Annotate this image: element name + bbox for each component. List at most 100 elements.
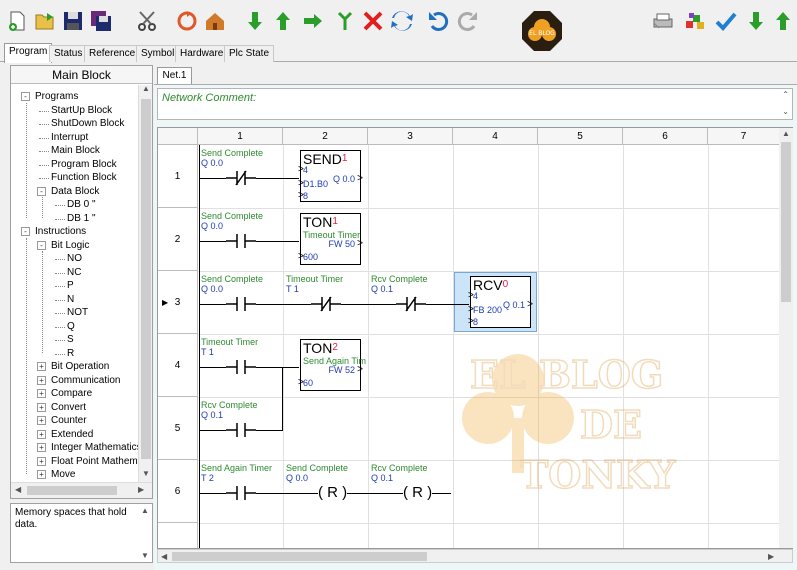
ton-timer-block[interactable]: TON1 Timeout Timer FW 50 > > 600 <box>298 213 363 265</box>
tab-hardware[interactable]: Hardware <box>175 45 229 62</box>
tree-node[interactable]: NOT <box>67 306 88 319</box>
home-icon[interactable] <box>202 8 228 34</box>
check-icon[interactable] <box>713 8 739 34</box>
ladder-horizontal-scrollbar[interactable]: ◀ ▶ <box>157 549 793 563</box>
tree-node[interactable]: Move <box>51 468 75 481</box>
undo-icon[interactable] <box>425 8 451 34</box>
tab-network-1[interactable]: Net.1 <box>157 67 192 84</box>
reload-icon[interactable] <box>174 8 200 34</box>
tab-plc-state[interactable]: Plc State <box>224 45 275 62</box>
collapse-icon[interactable]: - <box>21 227 30 236</box>
scroll-down-icon[interactable]: ▼ <box>141 550 149 562</box>
tree-node[interactable]: NC <box>67 266 81 279</box>
tree-horizontal-scrollbar[interactable]: ◀ ▶ <box>11 482 152 498</box>
blocks-icon[interactable] <box>682 8 708 34</box>
rcv-function-block[interactable]: RCV0 > 4 > FB 200 > 8 Q 0.1 > <box>468 276 533 328</box>
tree-node[interactable]: Convert <box>51 401 86 414</box>
collapse-icon[interactable]: - <box>37 240 46 250</box>
nc-contact-icon[interactable] <box>396 296 426 312</box>
scroll-up-icon[interactable]: ▲ <box>141 505 149 517</box>
reset-coil[interactable]: ( R ) <box>403 485 433 501</box>
tree-node[interactable]: Instructions <box>35 225 86 238</box>
printer-icon[interactable] <box>650 8 676 34</box>
tab-reference[interactable]: Reference <box>84 45 141 62</box>
expand-icon[interactable]: + <box>37 456 46 466</box>
tree-node[interactable]: Float Point Mathematic <box>51 455 138 468</box>
tree-node[interactable]: DB 0 " <box>67 198 96 211</box>
arrow-up-icon[interactable] <box>270 8 296 34</box>
new-file-icon[interactable] <box>4 8 30 34</box>
ladder-vscroll-thumb[interactable] <box>781 142 791 302</box>
tree-node[interactable]: Program Block <box>51 158 117 171</box>
scroll-down-icon[interactable]: ⌄ <box>782 107 789 116</box>
tree-scroll-thumb[interactable] <box>141 99 151 459</box>
tree-node[interactable]: Compare <box>51 387 92 400</box>
nc-contact-icon[interactable] <box>311 296 341 312</box>
expand-icon[interactable]: + <box>37 429 46 439</box>
tree-node[interactable]: Interrupt <box>51 131 88 144</box>
tree-node[interactable]: Programs <box>35 90 78 103</box>
scroll-up-icon[interactable]: ⌃ <box>782 90 789 99</box>
scroll-down-icon[interactable]: ▼ <box>142 469 150 478</box>
expand-icon[interactable]: + <box>37 443 46 452</box>
save-all-icon[interactable] <box>88 8 114 34</box>
tree-vertical-scrollbar[interactable]: ▲ ▼ <box>138 84 152 482</box>
expand-icon[interactable]: + <box>37 470 46 479</box>
branch-icon[interactable] <box>332 8 358 34</box>
scroll-left-icon[interactable]: ◀ <box>161 552 167 561</box>
delete-icon[interactable] <box>360 8 386 34</box>
ladder-hscroll-thumb[interactable] <box>172 552 427 561</box>
arrow-down-icon[interactable] <box>242 8 268 34</box>
tree-node[interactable]: S <box>67 333 74 346</box>
no-contact-icon[interactable] <box>226 422 256 438</box>
cut-icon[interactable] <box>135 8 161 34</box>
save-icon[interactable] <box>60 8 86 34</box>
tab-program[interactable]: Program <box>4 43 53 63</box>
expand-icon[interactable]: + <box>37 375 46 385</box>
collapse-icon[interactable]: - <box>37 186 46 196</box>
download-icon[interactable] <box>743 8 769 34</box>
tree-node[interactable]: ShutDown Block <box>51 117 124 130</box>
tab-symbol[interactable]: Symbol <box>136 45 180 62</box>
no-contact-icon[interactable] <box>226 233 256 249</box>
no-contact-icon[interactable] <box>226 359 256 375</box>
nc-contact-icon[interactable] <box>226 170 256 186</box>
tree-hscroll-thumb[interactable] <box>27 486 117 495</box>
upload-icon[interactable] <box>770 8 796 34</box>
tree-node[interactable]: NO <box>67 252 82 265</box>
scroll-left-icon[interactable]: ◀ <box>15 485 21 494</box>
tree-node[interactable]: Data Block <box>51 185 99 198</box>
refresh-icon[interactable] <box>389 8 415 34</box>
redo-icon[interactable] <box>455 8 481 34</box>
scroll-right-icon[interactable]: ▶ <box>138 485 144 494</box>
open-folder-icon[interactable] <box>32 8 58 34</box>
no-contact-icon[interactable] <box>226 485 256 501</box>
tree-node[interactable]: Bit Logic <box>51 239 89 252</box>
tree-node[interactable]: Integer Mathematics <box>51 441 138 454</box>
tree-node[interactable]: Main Block <box>51 144 100 157</box>
tree-node[interactable]: Bit Operation <box>51 360 109 373</box>
description-scrollbar[interactable]: ▲ ▼ <box>139 505 151 561</box>
tree-node[interactable]: N <box>67 293 74 306</box>
reset-coil[interactable]: ( R ) <box>318 485 348 501</box>
expand-icon[interactable]: + <box>37 389 46 398</box>
ladder-vertical-scrollbar[interactable]: ▲ <box>779 128 793 548</box>
collapse-icon[interactable]: - <box>21 92 30 101</box>
scroll-up-icon[interactable]: ▲ <box>142 84 150 93</box>
tree-node[interactable]: Q <box>67 320 75 333</box>
tree-node[interactable]: StartUp Block <box>51 104 112 117</box>
network-comment-field[interactable]: Network Comment: ⌃ ⌄ <box>157 88 793 120</box>
expand-icon[interactable]: + <box>37 416 46 425</box>
arrow-right-icon[interactable] <box>300 8 326 34</box>
tab-status[interactable]: Status <box>49 45 88 62</box>
tree-node[interactable]: Function Block <box>51 171 117 184</box>
scroll-up-icon[interactable]: ▲ <box>782 129 790 138</box>
tree-node[interactable]: DB 1 " <box>67 212 96 225</box>
tree-node[interactable]: P <box>67 279 74 292</box>
ton-timer-block[interactable]: TON2 Send Again Tim FW 52 > > 60 <box>298 339 366 391</box>
tree-node[interactable]: R <box>67 347 74 360</box>
expand-icon[interactable]: + <box>37 402 46 412</box>
no-contact-icon[interactable] <box>226 296 256 312</box>
tree-node[interactable]: Counter <box>51 414 87 427</box>
send-function-block[interactable]: SEND1 > 4 > D1.B0 > 8 Q 0.0 > <box>298 150 363 202</box>
